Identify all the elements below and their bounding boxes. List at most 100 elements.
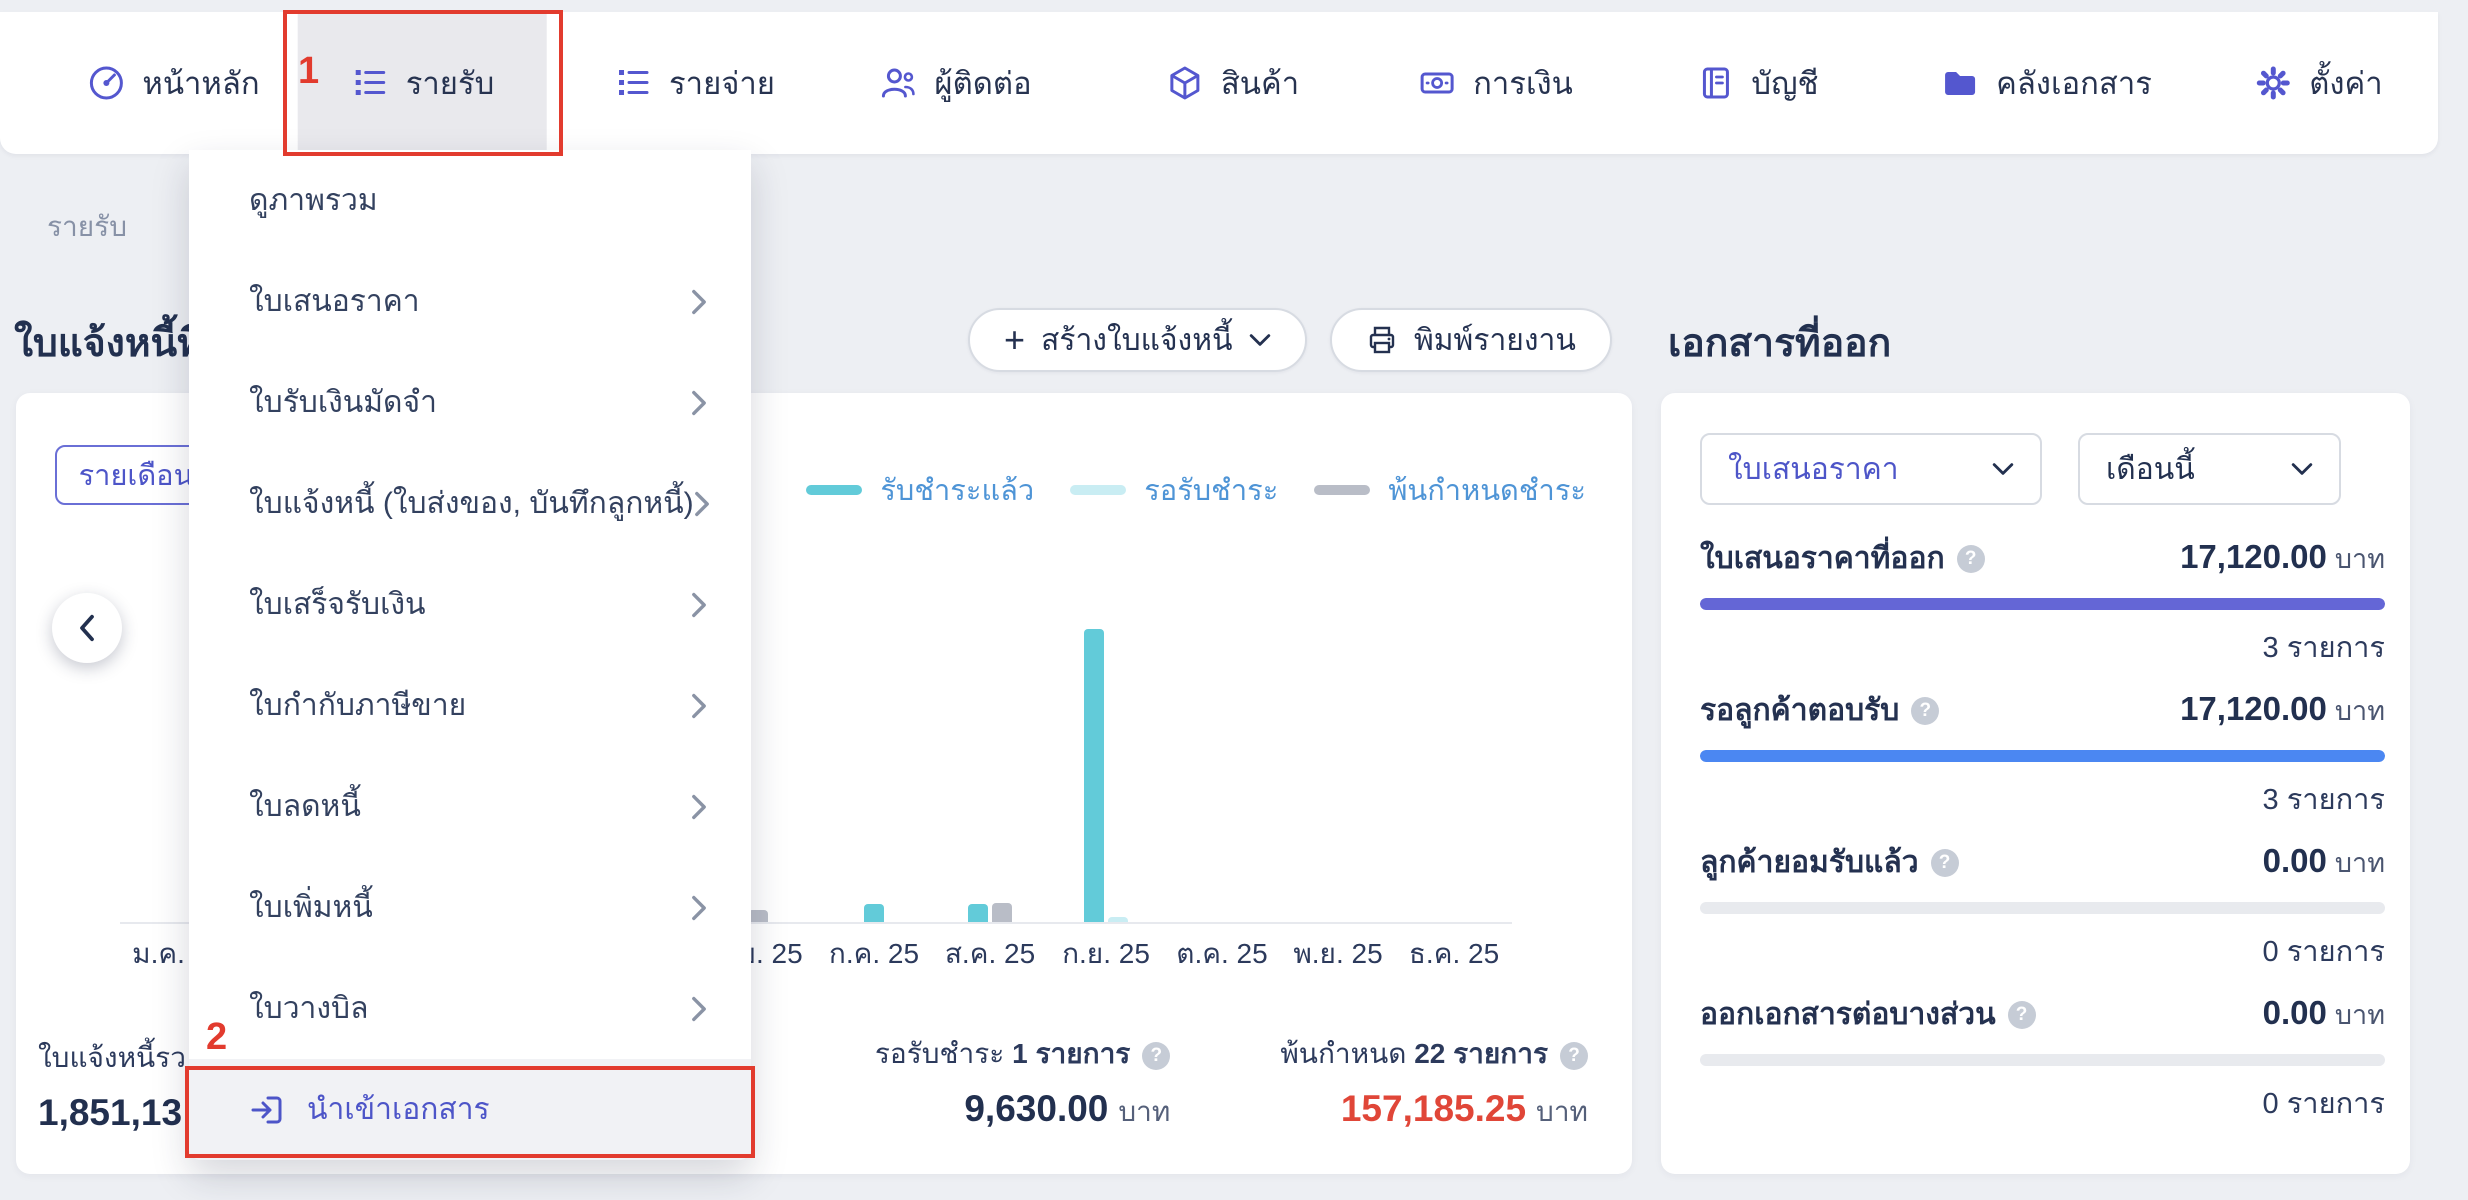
documents-icon bbox=[1940, 63, 1980, 103]
row-count: 0 รายการ bbox=[1700, 928, 2385, 974]
menu-item-deposit-receipt[interactable]: ใบรับเงินมัดจำ bbox=[189, 352, 751, 453]
summary-total-value: 1,851,13 bbox=[38, 1092, 186, 1134]
printer-icon bbox=[1366, 324, 1398, 356]
chevron-down-icon bbox=[1249, 333, 1271, 347]
help-icon[interactable]: ? bbox=[1931, 849, 1959, 877]
menu-item-sales-tax-invoice[interactable]: ใบกำกับภาษีขาย bbox=[189, 655, 751, 756]
period-select[interactable]: เดือนนี้ bbox=[2078, 433, 2341, 505]
nav-label: การเงิน bbox=[1473, 58, 1573, 108]
progress-bar bbox=[1700, 902, 2385, 914]
summary-overdue-value: 157,185.25บาท bbox=[1341, 1088, 1588, 1134]
x-tick: ต.ค. 25 bbox=[1164, 932, 1280, 976]
issued-row-partially-issued: ออกเอกสารต่อบางส่วน ? 0.00บาท 0 รายการ bbox=[1700, 991, 2385, 1143]
nav-label: หน้าหลัก bbox=[142, 58, 259, 108]
chart-prev-button[interactable] bbox=[52, 593, 122, 663]
nav-item-contacts[interactable]: ผู้ติดต่อ bbox=[878, 12, 1031, 154]
nav-label: รายจ่าย bbox=[669, 58, 775, 108]
chevron-right-icon bbox=[694, 491, 710, 517]
row-count: 3 รายการ bbox=[1700, 624, 2385, 670]
menu-item-label: ดูภาพรวม bbox=[249, 177, 378, 224]
summary-overdue: พ้นกำหนด 22 รายการ? 157,185.25บาท bbox=[1280, 1032, 1588, 1134]
nav-label: สินค้า bbox=[1221, 58, 1299, 108]
chart-column bbox=[932, 903, 1048, 922]
print-report-button[interactable]: พิมพ์รายงาน bbox=[1330, 308, 1612, 372]
chevron-down-icon bbox=[1992, 462, 2014, 476]
row-label: ลูกค้ายอมรับแล้ว bbox=[1700, 839, 1919, 886]
nav-item-expense[interactable]: รายจ่าย bbox=[613, 12, 775, 154]
nav-item-settings[interactable]: ตั้งค่า bbox=[2253, 12, 2382, 154]
issued-documents-card: ใบเสนอราคา เดือนนี้ ใบเสนอราคาที่ออก ? 1… bbox=[1661, 393, 2410, 1174]
nav-label: ตั้งค่า bbox=[2309, 58, 2382, 108]
row-value: 17,120.00บาท bbox=[2180, 689, 2385, 732]
dashboard-icon bbox=[86, 63, 126, 103]
help-icon[interactable]: ? bbox=[1142, 1042, 1170, 1070]
row-label: ใบเสนอราคาที่ออก bbox=[1700, 535, 1945, 582]
menu-item-quotation[interactable]: ใบเสนอราคา bbox=[189, 251, 751, 352]
menu-item-label: ใบลดหนี้ bbox=[249, 783, 361, 830]
products-icon bbox=[1165, 63, 1205, 103]
legend-mark-overdue bbox=[1314, 485, 1370, 495]
nav-item-products[interactable]: สินค้า bbox=[1165, 12, 1299, 154]
help-icon[interactable]: ? bbox=[1957, 545, 1985, 573]
issued-stats-list: ใบเสนอราคาที่ออก ? 17,120.00บาท 3 รายการ… bbox=[1700, 535, 2385, 1143]
row-value: 17,120.00บาท bbox=[2180, 537, 2385, 580]
doc-type-select-value: ใบเสนอราคา bbox=[1728, 446, 1899, 493]
menu-item-label: ใบแจ้งหนี้ (ใบส่งของ, บันทึกลูกหนี้) bbox=[249, 480, 694, 527]
chevron-left-icon bbox=[75, 613, 99, 643]
summary-overdue-label: พ้นกำหนด 22 รายการ? bbox=[1280, 1032, 1588, 1076]
row-label: ออกเอกสารต่อบางส่วน bbox=[1700, 991, 1996, 1038]
create-invoice-button[interactable]: + สร้างใบแจ้งหนี้ bbox=[968, 308, 1307, 372]
legend-mark-paid bbox=[806, 485, 862, 495]
x-tick: ส.ค. 25 bbox=[932, 932, 1048, 976]
nav-item-home[interactable]: หน้าหลัก bbox=[86, 12, 259, 154]
period-select-value: เดือนนี้ bbox=[2106, 446, 2195, 493]
menu-item-billing-note[interactable]: ใบวางบิล bbox=[189, 958, 751, 1059]
menu-item-receipt[interactable]: ใบเสร็จรับเงิน bbox=[189, 554, 751, 655]
menu-item-overview[interactable]: ดูภาพรวม bbox=[189, 150, 751, 251]
issued-row-quotes-issued: ใบเสนอราคาที่ออก ? 17,120.00บาท 3 รายการ bbox=[1700, 535, 2385, 687]
legend-label: รับชำระแล้ว bbox=[880, 467, 1034, 513]
settings-icon bbox=[2253, 63, 2293, 103]
create-invoice-label: สร้างใบแจ้งหนี้ bbox=[1041, 317, 1232, 364]
nav-item-income[interactable]: รายรับ bbox=[298, 12, 547, 154]
menu-item-label: นำเข้าเอกสาร bbox=[307, 1086, 490, 1133]
expense-icon bbox=[613, 63, 653, 103]
chevron-right-icon bbox=[691, 895, 707, 921]
menu-item-import-documents[interactable]: นำเข้าเอกสาร bbox=[189, 1059, 751, 1160]
x-tick: ก.ค. 25 bbox=[816, 932, 932, 976]
plus-icon: + bbox=[1004, 322, 1025, 358]
row-count: 3 รายการ bbox=[1700, 776, 2385, 822]
x-tick: พ.ย. 25 bbox=[1280, 932, 1396, 976]
legend-item-overdue: พ้นกำหนดชำระ bbox=[1314, 467, 1586, 513]
summary-awaiting-label: รอรับชำระ 1 รายการ? bbox=[875, 1032, 1171, 1076]
top-nav-bar: หน้าหลัก รายรับ รายจ่าย ผู้ติดต่อ สินค้า… bbox=[0, 12, 2438, 154]
finance-icon bbox=[1417, 63, 1457, 103]
menu-item-label: ใบกำกับภาษีขาย bbox=[249, 682, 466, 729]
menu-item-debit-note[interactable]: ใบเพิ่มหนี้ bbox=[189, 857, 751, 958]
chevron-down-icon bbox=[2291, 462, 2313, 476]
menu-item-label: ใบเสนอราคา bbox=[249, 278, 420, 325]
nav-label: รายรับ bbox=[406, 58, 495, 108]
legend-item-awaiting: รอรับชำระ bbox=[1070, 467, 1278, 513]
menu-item-credit-note[interactable]: ใบลดหนี้ bbox=[189, 756, 751, 857]
legend-item-paid: รับชำระแล้ว bbox=[806, 467, 1034, 513]
row-value: 0.00บาท bbox=[2263, 993, 2385, 1036]
progress-bar bbox=[1700, 750, 2385, 762]
chevron-right-icon bbox=[691, 794, 707, 820]
nav-label: คลังเอกสาร bbox=[1996, 58, 2152, 108]
menu-item-invoice[interactable]: ใบแจ้งหนี้ (ใบส่งของ, บันทึกลูกหนี้) bbox=[189, 453, 751, 554]
nav-item-finance[interactable]: การเงิน bbox=[1417, 12, 1573, 154]
chevron-right-icon bbox=[691, 592, 707, 618]
legend-mark-awaiting bbox=[1070, 485, 1126, 495]
help-icon[interactable]: ? bbox=[2008, 1001, 2036, 1029]
summary-awaiting: รอรับชำระ 1 รายการ? 9,630.00บาท bbox=[875, 1032, 1171, 1134]
help-icon[interactable]: ? bbox=[1560, 1042, 1588, 1070]
help-icon[interactable]: ? bbox=[1911, 697, 1939, 725]
print-report-label: พิมพ์รายงาน bbox=[1414, 317, 1576, 364]
import-icon bbox=[249, 1092, 285, 1128]
menu-item-label: ใบวางบิล bbox=[249, 985, 368, 1032]
nav-item-documents[interactable]: คลังเอกสาร bbox=[1940, 12, 2152, 154]
doc-type-select[interactable]: ใบเสนอราคา bbox=[1700, 433, 2042, 505]
issued-documents-title: เอกสารที่ออก bbox=[1668, 312, 1891, 374]
nav-item-accounting[interactable]: บัญชี bbox=[1695, 12, 1818, 154]
